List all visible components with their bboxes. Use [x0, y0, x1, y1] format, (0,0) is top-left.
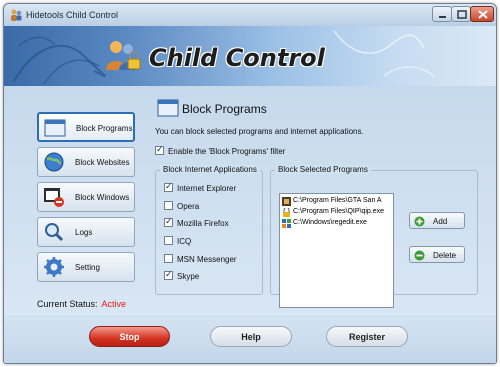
programs-list[interactable]: C:\Program Files\GTA San A C:\Program Fi…: [279, 193, 394, 308]
game-icon: [282, 197, 291, 206]
checkbox-label: Mozilla Firefox: [177, 219, 229, 228]
magnifier-icon: [45, 223, 64, 242]
sidebar-item-label: Block Windows: [75, 193, 130, 202]
checkbox-internet-explorer[interactable]: [164, 182, 173, 192]
checkbox-opera[interactable]: [164, 201, 173, 210]
window-icon: [157, 99, 179, 117]
sidebar-item-block-websites[interactable]: Block Websites: [37, 147, 135, 177]
help-button[interactable]: Help: [210, 326, 292, 347]
checkbox-label: ICQ: [177, 237, 192, 246]
close-button[interactable]: [470, 6, 494, 22]
checkbox-label: Opera: [177, 202, 200, 211]
sidebar-item-block-programs[interactable]: Block Programs: [37, 112, 135, 142]
maximize-icon: [457, 10, 467, 19]
page-description: You can block selected programs and inte…: [155, 127, 364, 136]
title-bar[interactable]: Hidetools Child Control: [4, 4, 496, 26]
add-icon: [414, 216, 425, 227]
stop-button[interactable]: Stop: [89, 326, 170, 347]
delete-button[interactable]: Delete: [409, 246, 465, 263]
checkbox-label: Skype: [177, 272, 200, 281]
list-item[interactable]: C:\Program Files\GTA San A: [282, 196, 394, 207]
globe-icon: [44, 152, 64, 172]
status-badge: Active: [101, 299, 127, 309]
status-label: Current Status:: [37, 299, 98, 309]
list-item[interactable]: C:\Windows\regedit.exe: [282, 218, 394, 229]
delete-icon: [414, 250, 425, 261]
window-title: Hidetools Child Control: [26, 10, 119, 20]
checkbox-label: Internet Explorer: [177, 184, 237, 193]
parents-lock-icon: [106, 41, 141, 70]
sidebar-item-label: Setting: [75, 263, 100, 272]
checkbox-label: MSN Messenger: [177, 255, 237, 264]
qip-icon: [283, 208, 290, 217]
register-button[interactable]: Register: [326, 326, 408, 347]
window-block-icon: [44, 188, 64, 207]
footer-bar: Stop Help Register: [4, 315, 496, 363]
close-icon: [478, 10, 488, 19]
sidebar-item-setting[interactable]: Setting: [37, 252, 135, 282]
checkbox-icq[interactable]: [164, 236, 173, 245]
sidebar-item-label: Block Websites: [75, 158, 130, 167]
checkbox-msn-messenger[interactable]: [164, 254, 173, 263]
status-bar: Current Status: Active: [37, 299, 126, 309]
minimize-icon: [439, 16, 446, 18]
add-button[interactable]: Add: [409, 212, 465, 229]
sidebar-item-block-windows[interactable]: Block Windows: [37, 182, 135, 212]
window-icon: [44, 119, 66, 137]
group-title: Block Internet Applications: [160, 165, 260, 174]
sidebar-item-label: Logs: [75, 228, 93, 237]
group-title: Block Selected Programs: [275, 165, 371, 174]
sidebar: Block Programs Block Websites Block Wind…: [29, 96, 139, 292]
sidebar-item-label: Block Programs: [76, 124, 133, 133]
minimize-button[interactable]: [432, 6, 452, 22]
header-banner: Child Control: [4, 26, 496, 86]
internet-apps-group: Block Internet Applications Internet Exp…: [155, 165, 263, 295]
gear-icon: [44, 257, 64, 277]
checkbox-mozilla-firefox[interactable]: [164, 217, 173, 227]
enable-filter-checkbox[interactable]: [155, 145, 164, 155]
app-icon: [11, 9, 22, 21]
sidebar-item-logs[interactable]: Logs: [37, 217, 135, 247]
app-banner-title: Child Control: [149, 44, 325, 72]
regedit-icon: [282, 219, 291, 228]
list-item[interactable]: C:\Program Files\QIP\qip.exe: [282, 207, 394, 218]
maximize-button[interactable]: [451, 6, 471, 22]
app-window: Hidetools Child Control Child Control Bl…: [3, 3, 497, 364]
block-programs-panel: Block Programs You can block selected pr…: [144, 94, 490, 308]
enable-filter-label: Enable the 'Block Programs' filter: [168, 147, 286, 156]
main-content: Block Programs Block Websites Block Wind…: [4, 86, 496, 363]
checkbox-skype[interactable]: [164, 270, 173, 280]
page-title: Block Programs: [182, 102, 267, 116]
